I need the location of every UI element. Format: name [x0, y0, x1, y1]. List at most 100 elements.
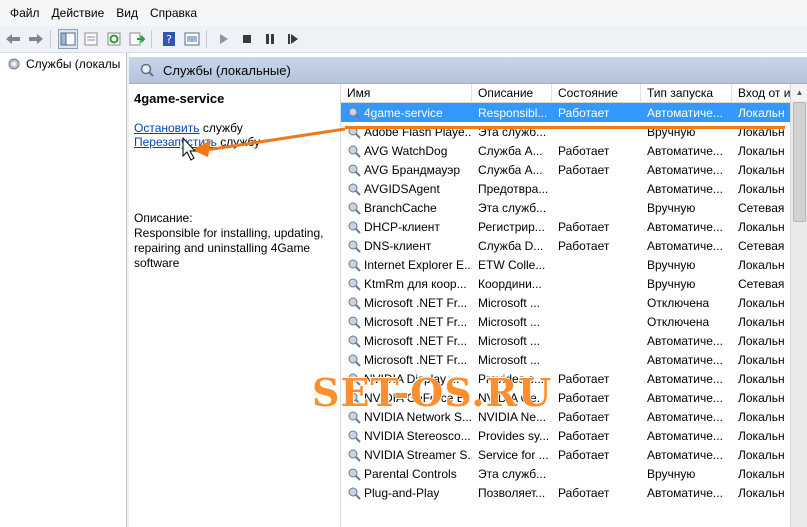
cell-name: Internet Explorer E... [341, 258, 472, 272]
table-row[interactable]: DNS-клиент Служба D... Работает Автоматиче.… [341, 236, 791, 255]
table-row[interactable]: Plug-and-Play Позволяет... Работает Автомат… [341, 483, 791, 502]
cell-status: Работает [558, 238, 610, 253]
cell-logon-as: Локальн [738, 219, 785, 234]
cell-logon-as: Сетевая [738, 238, 785, 253]
cell-name: AVG WatchDog [341, 144, 472, 158]
cell-startup-type: Автоматиче... [647, 333, 723, 348]
cell-description: Служба D... [478, 238, 544, 253]
pause-service-button[interactable] [260, 29, 280, 49]
cell-logon-as: Сетевая [738, 276, 785, 291]
column-header-description[interactable]: Описание [472, 84, 552, 102]
cell-startup-type: Автоматиче... [647, 485, 723, 500]
help-button[interactable]: ? [159, 29, 179, 49]
cell-description: Регистрир... [478, 219, 545, 234]
services-pane: Службы (локальные) 4game-service Останов… [129, 53, 807, 527]
view-button[interactable] [182, 29, 202, 49]
console-tree: Службы (локалы [0, 53, 127, 527]
table-row[interactable]: 4game-service Responsibl... Работает Автома… [341, 103, 791, 122]
start-service-button[interactable] [214, 29, 234, 49]
service-name-text: BranchCache [364, 200, 437, 215]
export-button[interactable] [127, 29, 147, 49]
back-button[interactable] [3, 29, 23, 49]
service-name-text: NVIDIA Stereosco... [364, 428, 471, 443]
table-row[interactable]: Microsoft .NET Fr... Microsoft ... Автомат… [341, 331, 791, 350]
cell-description: Microsoft ... [478, 352, 541, 367]
menu-file[interactable]: Файл [0, 6, 46, 20]
service-name-text: Microsoft .NET Fr... [364, 295, 468, 310]
table-row[interactable]: NVIDIA Stereosco... Provides sy... Работае… [341, 426, 791, 445]
services-table: Имя Описание Состояние Тип запуска Вход … [340, 84, 791, 527]
properties-button[interactable] [81, 29, 101, 49]
table-body: 4game-service Responsibl... Работает Автома… [341, 103, 791, 502]
menu-bar: Файл Действие Вид Справка [0, 0, 807, 26]
column-header-status[interactable]: Состояние [552, 84, 641, 102]
stop-service-link[interactable]: Остановить [134, 121, 200, 135]
stop-link-suffix: службу [199, 121, 243, 135]
restart-link-suffix: службу [216, 135, 261, 149]
refresh-button[interactable] [104, 29, 124, 49]
cell-status: Работает [558, 371, 610, 386]
cell-startup-type: Автоматиче... [647, 409, 723, 424]
tree-item-services[interactable]: Службы (локалы [0, 53, 126, 75]
table-row[interactable]: Adobe Flash Playe... Эта служб... Вручную Л… [341, 122, 791, 141]
column-header-logon-as[interactable]: Вход от и [732, 84, 791, 102]
scrollbar-thumb[interactable] [793, 102, 806, 222]
table-row[interactable]: Internet Explorer E... ETW Colle... Вручну… [341, 255, 791, 274]
scroll-up-arrow-icon[interactable]: ▲ [791, 84, 807, 101]
cell-logon-as: Локальн [738, 333, 785, 348]
service-gear-icon [348, 278, 361, 291]
show-tree-button[interactable] [58, 29, 78, 49]
service-gear-icon [348, 468, 361, 481]
vertical-scrollbar[interactable]: ▲ [790, 84, 807, 527]
column-header-startup-type[interactable]: Тип запуска [641, 84, 732, 102]
table-row[interactable]: BranchCache Эта служб... Вручную Сетевая [341, 198, 791, 217]
table-row[interactable]: Microsoft .NET Fr... Microsoft ... Отключе… [341, 312, 791, 331]
console-tree-icon [60, 32, 76, 46]
table-row[interactable]: AVG WatchDog Служба А... Работает Автоматич… [341, 141, 791, 160]
restart-service-link[interactable]: Перезапустить [134, 135, 217, 149]
table-row[interactable]: DHCP-клиент Регистрир... Работает Автоматич… [341, 217, 791, 236]
table-row[interactable]: KtmRm для коор... Координи... Вручную Сетев… [341, 274, 791, 293]
cell-logon-as: Локальн [738, 257, 785, 272]
cell-logon-as: Локальн [738, 447, 785, 462]
menu-help[interactable]: Справка [144, 6, 203, 20]
cell-name: Microsoft .NET Fr... [341, 315, 472, 329]
cell-startup-type: Вручную [647, 200, 696, 215]
cell-status: Работает [558, 105, 610, 120]
selected-service-name: 4game-service [134, 91, 225, 106]
service-name-text: 4game-service [364, 105, 443, 120]
cell-status: Работает [558, 428, 610, 443]
service-name-text: AVG Брандмауэр [364, 162, 461, 177]
table-row[interactable]: Microsoft .NET Fr... Microsoft ... Отключе… [341, 293, 791, 312]
cell-startup-type: Автоматиче... [647, 447, 723, 462]
back-arrow-icon [6, 34, 20, 44]
cell-status: Работает [558, 219, 610, 234]
cell-name: Microsoft .NET Fr... [341, 353, 472, 367]
restart-service-button[interactable] [283, 29, 303, 49]
menu-action[interactable]: Действие [46, 6, 111, 20]
service-name-text: AVGIDSAgent [364, 181, 440, 196]
cell-startup-type: Вручную [647, 466, 696, 481]
table-header: Имя Описание Состояние Тип запуска Вход … [341, 84, 791, 103]
table-row[interactable]: Microsoft .NET Fr... Microsoft ... Автомат… [341, 350, 791, 369]
cell-name: KtmRm для коор... [341, 277, 472, 291]
column-header-name[interactable]: Имя [341, 84, 472, 102]
forward-button[interactable] [26, 29, 46, 49]
cell-name: AVG Брандмауэр [341, 163, 472, 177]
stop-service-button[interactable] [237, 29, 257, 49]
restart-action-row: Перезапустить службу [134, 135, 260, 149]
toolbar-separator [206, 30, 207, 48]
svg-text:?: ? [166, 33, 172, 46]
service-gear-icon [348, 487, 361, 500]
services-gear-icon [8, 58, 20, 70]
table-row[interactable]: AVG Брандмауэр Служба А... Работает Автомат… [341, 160, 791, 179]
services-magnifier-icon [140, 63, 154, 77]
table-row[interactable]: Parental Controls Эта служб... Вручную Лока… [341, 464, 791, 483]
menu-view[interactable]: Вид [110, 6, 144, 20]
table-row[interactable]: AVGIDSAgent Предотвра... Автоматиче... Лока… [341, 179, 791, 198]
cell-status: Работает [558, 390, 610, 405]
pane-title: Службы (локальные) [163, 62, 291, 78]
cell-logon-as: Локальн [738, 390, 785, 405]
table-row[interactable]: NVIDIA Streamer S... Service for ... Работ… [341, 445, 791, 464]
cell-status: Работает [558, 485, 610, 500]
